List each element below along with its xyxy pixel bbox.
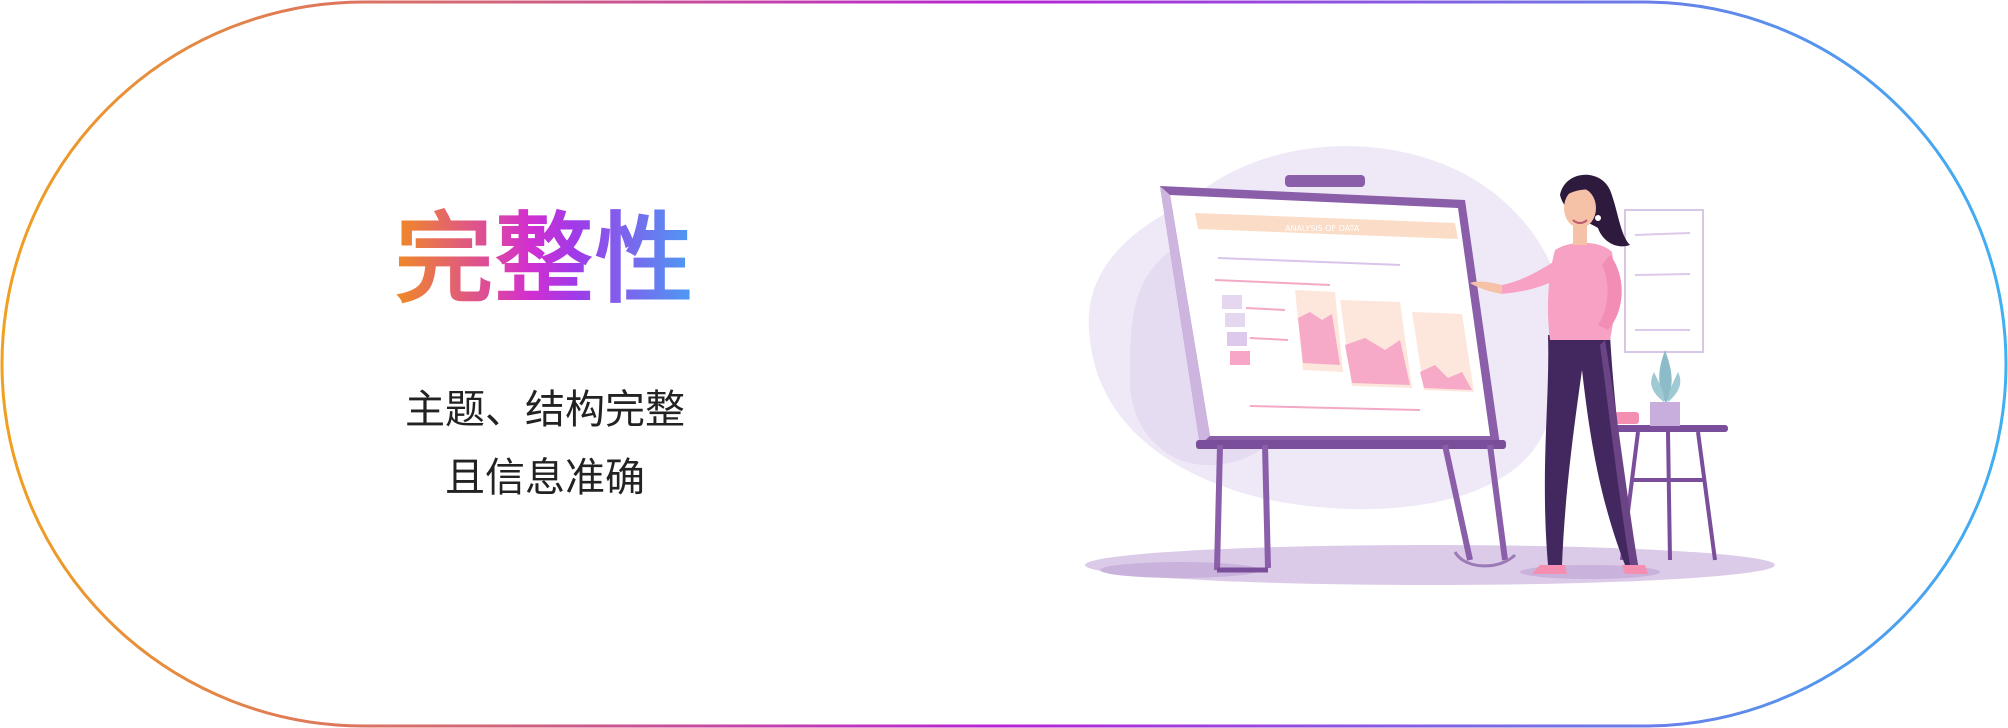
easel: ANALYSIS OF DATA — [1160, 175, 1517, 573]
board-heading: ANALYSIS OF DATA — [1285, 224, 1360, 233]
card-description: 主题、结构完整 且信息准确 — [380, 376, 710, 512]
easel-shelf — [1196, 440, 1506, 449]
text-block: 完整性 主题、结构完整 且信息准确 — [380, 200, 710, 512]
easel-top-clip — [1285, 175, 1365, 187]
description-line-1: 主题、结构完整 — [405, 387, 685, 433]
card-title: 完整性 — [395, 200, 695, 320]
description-line-2: 且信息准确 — [445, 455, 645, 501]
presentation-illustration: ANALYSIS OF DATA — [1085, 146, 1775, 585]
